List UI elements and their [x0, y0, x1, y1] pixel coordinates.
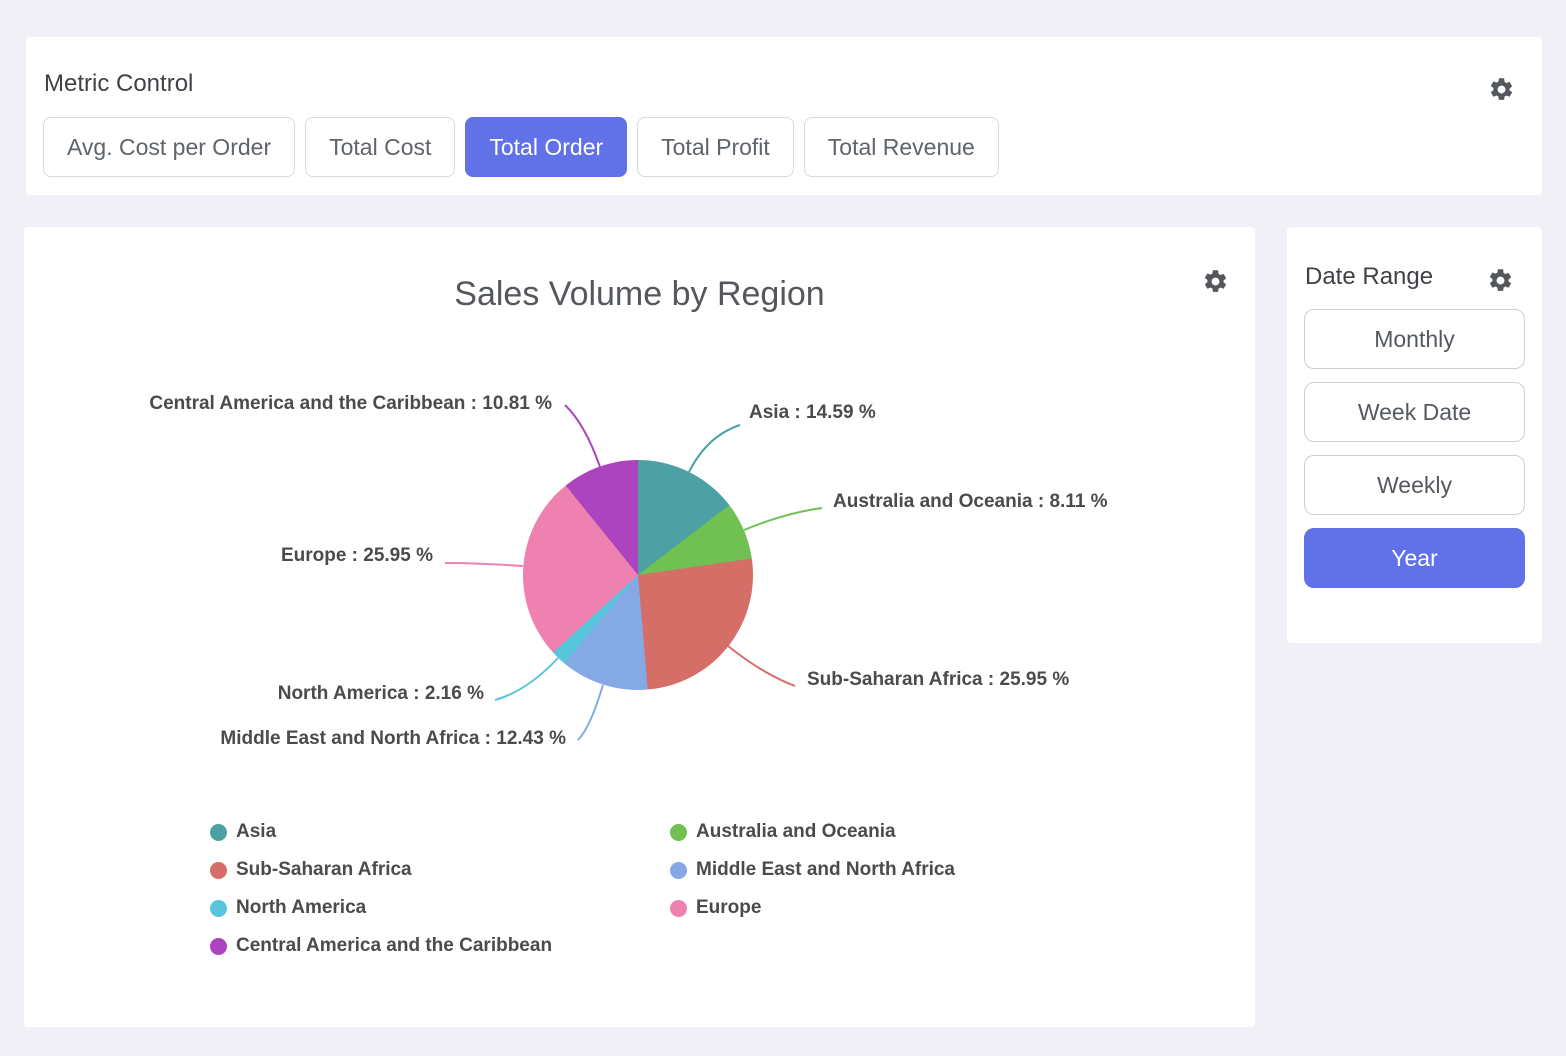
sales-volume-chart-panel: Sales Volume by Region Central America a…: [24, 227, 1255, 1027]
leader-line-europe: [445, 563, 523, 566]
metric-button-total-order[interactable]: Total Order: [465, 117, 627, 177]
date-button-week-date[interactable]: Week Date: [1304, 382, 1525, 442]
legend-dot-europe: [670, 900, 687, 917]
legend-dot-north-america: [210, 900, 227, 917]
slice-label-north-america: North America : 2.16 %: [278, 683, 484, 705]
date-button-weekly[interactable]: Weekly: [1304, 455, 1525, 515]
legend-item-central-america-and-the-caribbean[interactable]: Central America and the Caribbean: [210, 927, 670, 965]
date-range-panel: Date Range Monthly Week Date Weekly Year: [1287, 227, 1542, 643]
date-range-button-group: Monthly Week Date Weekly Year: [1304, 309, 1525, 588]
settings-gear-icon[interactable]: [1202, 268, 1229, 295]
settings-gear-icon[interactable]: [1488, 76, 1515, 103]
metric-button-avg-cost-per-order[interactable]: Avg. Cost per Order: [43, 117, 295, 177]
leader-line-sub-saharan-africa: [728, 646, 795, 686]
metric-control-title: Metric Control: [44, 70, 193, 98]
leader-line-middle-east-and-north-africa: [578, 685, 603, 740]
pie-chart[interactable]: [523, 460, 753, 690]
settings-gear-icon[interactable]: [1487, 267, 1514, 294]
slice-label-sub-saharan-africa: Sub-Saharan Africa : 25.95 %: [807, 669, 1069, 691]
leader-line-asia: [689, 425, 740, 472]
legend-item-middle-east-and-north-africa[interactable]: Middle East and North Africa: [670, 851, 955, 889]
chart-legend: Asia Australia and Oceania Sub-Saharan A…: [210, 813, 955, 965]
legend-item-australia-and-oceania[interactable]: Australia and Oceania: [670, 813, 955, 851]
slice-label-europe: Europe : 25.95 %: [281, 545, 433, 567]
date-button-year[interactable]: Year: [1304, 528, 1525, 588]
legend-item-sub-saharan-africa[interactable]: Sub-Saharan Africa: [210, 851, 670, 889]
legend-dot-central-america-and-the-caribbean: [210, 938, 227, 955]
legend-dot-middle-east-and-north-africa: [670, 862, 687, 879]
legend-dot-asia: [210, 824, 227, 841]
legend-item-asia[interactable]: Asia: [210, 813, 670, 851]
date-button-monthly[interactable]: Monthly: [1304, 309, 1525, 369]
metric-button-total-revenue[interactable]: Total Revenue: [804, 117, 999, 177]
date-range-title: Date Range: [1305, 263, 1433, 291]
metric-button-group: Avg. Cost per Order Total Cost Total Ord…: [43, 117, 999, 177]
metric-button-total-profit[interactable]: Total Profit: [637, 117, 794, 177]
slice-label-australia-and-oceania: Australia and Oceania : 8.11 %: [833, 491, 1108, 513]
slice-label-central-america-and-the-caribbean: Central America and the Caribbean : 10.8…: [149, 393, 552, 415]
leader-line-central-america-and-the-caribbean: [565, 405, 600, 467]
metric-control-panel: Metric Control Avg. Cost per Order Total…: [26, 37, 1542, 195]
chart-title: Sales Volume by Region: [24, 275, 1255, 314]
legend-dot-sub-saharan-africa: [210, 862, 227, 879]
slice-label-middle-east-and-north-africa: Middle East and North Africa : 12.43 %: [220, 728, 566, 750]
legend-dot-australia-and-oceania: [670, 824, 687, 841]
leader-line-australia-and-oceania: [744, 508, 822, 530]
legend-item-north-america[interactable]: North America: [210, 889, 670, 927]
legend-item-europe[interactable]: Europe: [670, 889, 955, 927]
leader-line-north-america: [495, 658, 558, 700]
metric-button-total-cost[interactable]: Total Cost: [305, 117, 455, 177]
slice-label-asia: Asia : 14.59 %: [749, 402, 876, 424]
